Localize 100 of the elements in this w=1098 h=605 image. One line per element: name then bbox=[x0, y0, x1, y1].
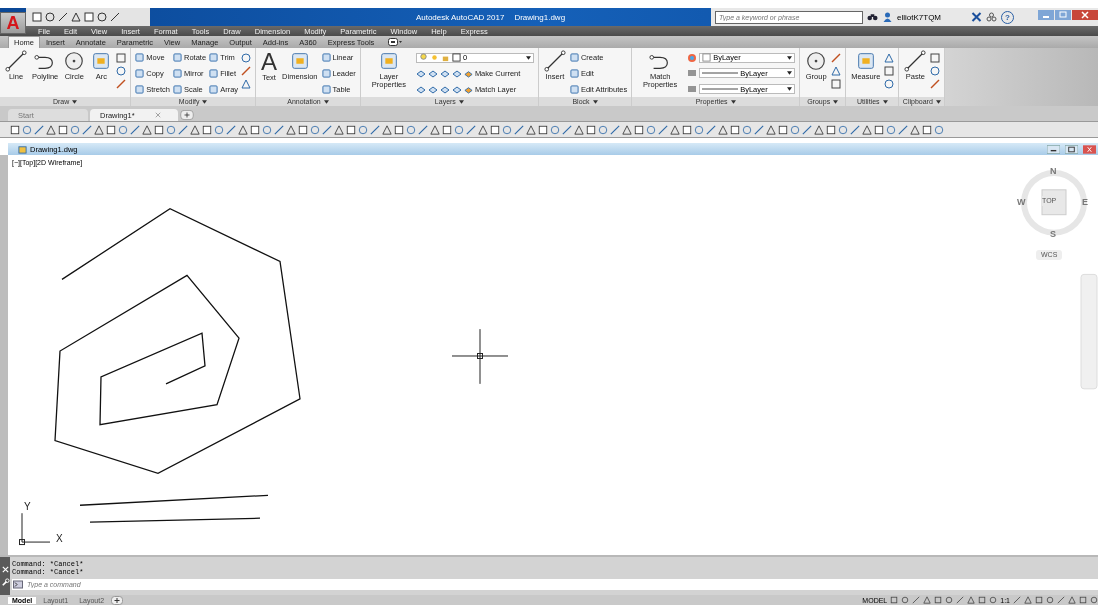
triangle-icon[interactable] bbox=[286, 124, 296, 135]
triangle-icon[interactable] bbox=[94, 124, 104, 135]
layer-tool-icon[interactable] bbox=[427, 84, 438, 95]
minimize-icon[interactable] bbox=[1047, 144, 1060, 154]
square-icon[interactable] bbox=[84, 12, 94, 22]
exchange-icon[interactable] bbox=[971, 12, 982, 22]
new-tab-icon[interactable] bbox=[180, 110, 194, 120]
network-icon[interactable] bbox=[986, 12, 997, 22]
square-icon[interactable] bbox=[586, 124, 596, 135]
triangle-icon[interactable] bbox=[190, 124, 200, 135]
triangle-icon[interactable] bbox=[910, 124, 920, 135]
layer-tool-icon[interactable] bbox=[451, 68, 462, 79]
square-icon[interactable] bbox=[106, 124, 116, 135]
layer-tool-icon[interactable] bbox=[439, 84, 450, 95]
triangle-icon[interactable] bbox=[71, 12, 81, 22]
circle-icon[interactable] bbox=[884, 79, 895, 89]
prompt-icon[interactable] bbox=[12, 579, 24, 590]
square-icon[interactable] bbox=[346, 124, 356, 135]
layer-tool-icon[interactable] bbox=[415, 84, 426, 95]
square-icon bbox=[321, 84, 331, 94]
square-icon bbox=[569, 69, 579, 78]
square-icon[interactable] bbox=[730, 124, 740, 135]
square-icon bbox=[135, 69, 145, 78]
triangle-icon[interactable] bbox=[142, 124, 152, 135]
caret-icon bbox=[833, 99, 839, 104]
square-icon[interactable] bbox=[890, 596, 899, 604]
close-icon[interactable] bbox=[1072, 10, 1098, 20]
square-icon[interactable] bbox=[934, 596, 943, 604]
triangle-icon[interactable] bbox=[967, 596, 976, 604]
wrench-icon[interactable] bbox=[0, 578, 10, 587]
circle-icon[interactable] bbox=[97, 12, 107, 22]
user-name[interactable]: elliotK7TQM bbox=[897, 12, 967, 22]
compass-label[interactable]: E bbox=[1082, 197, 1088, 207]
square-icon[interactable] bbox=[10, 124, 20, 135]
square-icon[interactable] bbox=[884, 66, 895, 76]
add-layout-icon[interactable] bbox=[111, 595, 124, 605]
layer-tool-icon[interactable] bbox=[415, 68, 426, 79]
triangle-icon[interactable] bbox=[1024, 596, 1032, 604]
panel-toggle-icon[interactable] bbox=[388, 38, 403, 46]
square-icon[interactable] bbox=[32, 12, 42, 22]
square-icon bbox=[135, 53, 145, 63]
close-icon[interactable] bbox=[1083, 144, 1096, 154]
compass-label[interactable]: S bbox=[1050, 229, 1056, 239]
square-icon[interactable] bbox=[442, 124, 452, 135]
triangle-icon[interactable] bbox=[862, 124, 872, 135]
circle-icon[interactable] bbox=[241, 53, 252, 63]
restore-icon[interactable] bbox=[1065, 144, 1078, 154]
square-icon[interactable] bbox=[1035, 596, 1043, 604]
square-icon[interactable] bbox=[930, 53, 941, 63]
caret-icon bbox=[882, 99, 888, 104]
square-icon[interactable] bbox=[682, 124, 692, 135]
square-icon[interactable] bbox=[634, 124, 644, 135]
caret-icon bbox=[787, 71, 793, 76]
square-icon[interactable] bbox=[202, 124, 212, 135]
square-icon[interactable] bbox=[490, 124, 500, 135]
triangle-icon[interactable] bbox=[334, 124, 344, 135]
caret-icon bbox=[935, 99, 941, 104]
layer-tool-icon[interactable] bbox=[439, 68, 450, 79]
triangle-icon[interactable] bbox=[430, 124, 440, 135]
square-icon[interactable] bbox=[58, 124, 68, 135]
square-icon[interactable] bbox=[978, 596, 987, 604]
triangle-icon[interactable] bbox=[622, 124, 632, 135]
caret-icon bbox=[730, 99, 736, 104]
square-icon[interactable] bbox=[154, 124, 164, 135]
layer-tool-icon[interactable] bbox=[451, 84, 462, 95]
triangle-icon[interactable] bbox=[766, 124, 776, 135]
square-icon[interactable] bbox=[1079, 596, 1087, 604]
square-icon bbox=[451, 53, 461, 63]
triangle-icon[interactable] bbox=[1068, 596, 1076, 604]
triangle-icon[interactable] bbox=[526, 124, 536, 135]
triangle-icon[interactable] bbox=[831, 66, 842, 76]
triangle-icon[interactable] bbox=[814, 124, 824, 135]
binoculars-icon[interactable] bbox=[867, 12, 878, 22]
square-icon[interactable] bbox=[394, 124, 404, 135]
square-icon[interactable] bbox=[874, 124, 884, 135]
circle-icon[interactable] bbox=[116, 66, 127, 76]
square-icon[interactable] bbox=[538, 124, 548, 135]
circle-icon[interactable] bbox=[930, 66, 941, 76]
square-icon[interactable] bbox=[116, 53, 127, 63]
compass-label[interactable]: N bbox=[1050, 166, 1057, 176]
triangle-icon[interactable] bbox=[478, 124, 488, 135]
square-icon[interactable] bbox=[778, 124, 788, 135]
square-icon[interactable] bbox=[826, 124, 836, 135]
compass-label[interactable]: W bbox=[1017, 197, 1026, 207]
circle-icon[interactable] bbox=[45, 12, 55, 22]
triangle-icon[interactable] bbox=[46, 124, 56, 135]
square-icon[interactable] bbox=[298, 124, 308, 135]
triangle-icon[interactable] bbox=[382, 124, 392, 135]
triangle-icon[interactable] bbox=[670, 124, 680, 135]
triangle-icon[interactable] bbox=[923, 596, 932, 604]
triangle-icon[interactable] bbox=[238, 124, 248, 135]
triangle-icon[interactable] bbox=[241, 79, 252, 89]
triangle-icon[interactable] bbox=[884, 53, 895, 63]
layer-tool-icon[interactable] bbox=[427, 68, 438, 79]
square-icon[interactable] bbox=[922, 124, 932, 135]
square-icon[interactable] bbox=[250, 124, 260, 135]
triangle-icon[interactable] bbox=[574, 124, 584, 135]
triangle-icon[interactable] bbox=[718, 124, 728, 135]
user-icon[interactable] bbox=[882, 12, 893, 22]
square-icon[interactable] bbox=[831, 79, 842, 89]
